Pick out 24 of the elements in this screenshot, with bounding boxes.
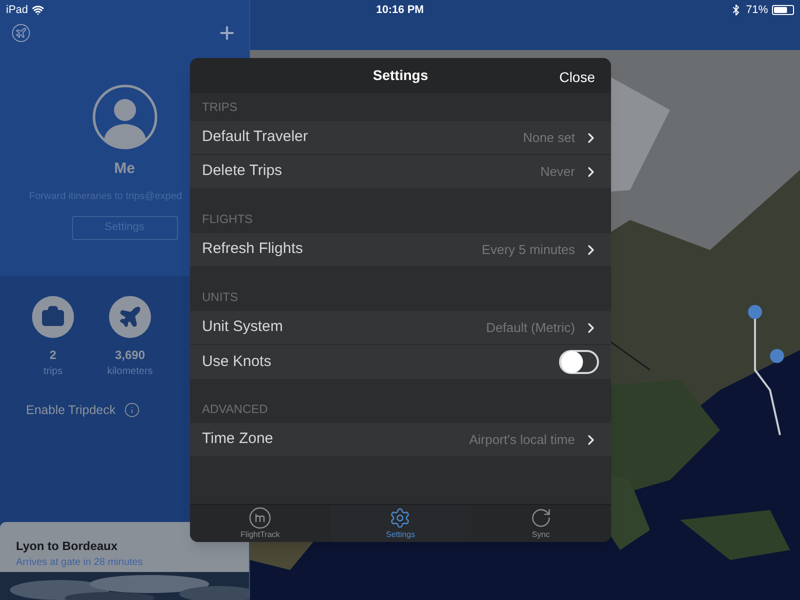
device-name: iPad [6, 2, 28, 18]
trip-card[interactable]: Lyon to Bordeaux Arrives at gate in 28 minutes [0, 522, 189, 572]
section-header: ADVANCED [202, 401, 268, 418]
section-header: FLIGHTS [202, 211, 253, 228]
trip-status: Arrives at gate in 28 minutes [16, 556, 144, 570]
suitcase-icon [41, 305, 65, 329]
add-icon[interactable] [217, 23, 237, 43]
stat-value: 2 [50, 347, 56, 364]
section-header: UNITS [202, 289, 238, 306]
stat-value: 3,690 [114, 347, 146, 364]
avatar-icon [92, 84, 158, 150]
airplane-icon [118, 305, 142, 329]
airplane-icon[interactable] [12, 24, 30, 42]
section-header: TRIPS [202, 99, 238, 116]
battery-icon [772, 5, 794, 15]
profile-name: Me [114, 159, 135, 179]
clock: 10:16 PM [376, 2, 424, 18]
stat-label: kilometers [107, 365, 153, 379]
tripdeck-label: Enable Tripdeck [26, 402, 116, 419]
trip-title: Lyon to Bordeaux [16, 538, 119, 555]
battery-percent: 71% [746, 2, 768, 18]
stat-label: trips [44, 365, 62, 379]
info-icon[interactable] [124, 402, 140, 418]
wifi-icon [32, 4, 44, 16]
